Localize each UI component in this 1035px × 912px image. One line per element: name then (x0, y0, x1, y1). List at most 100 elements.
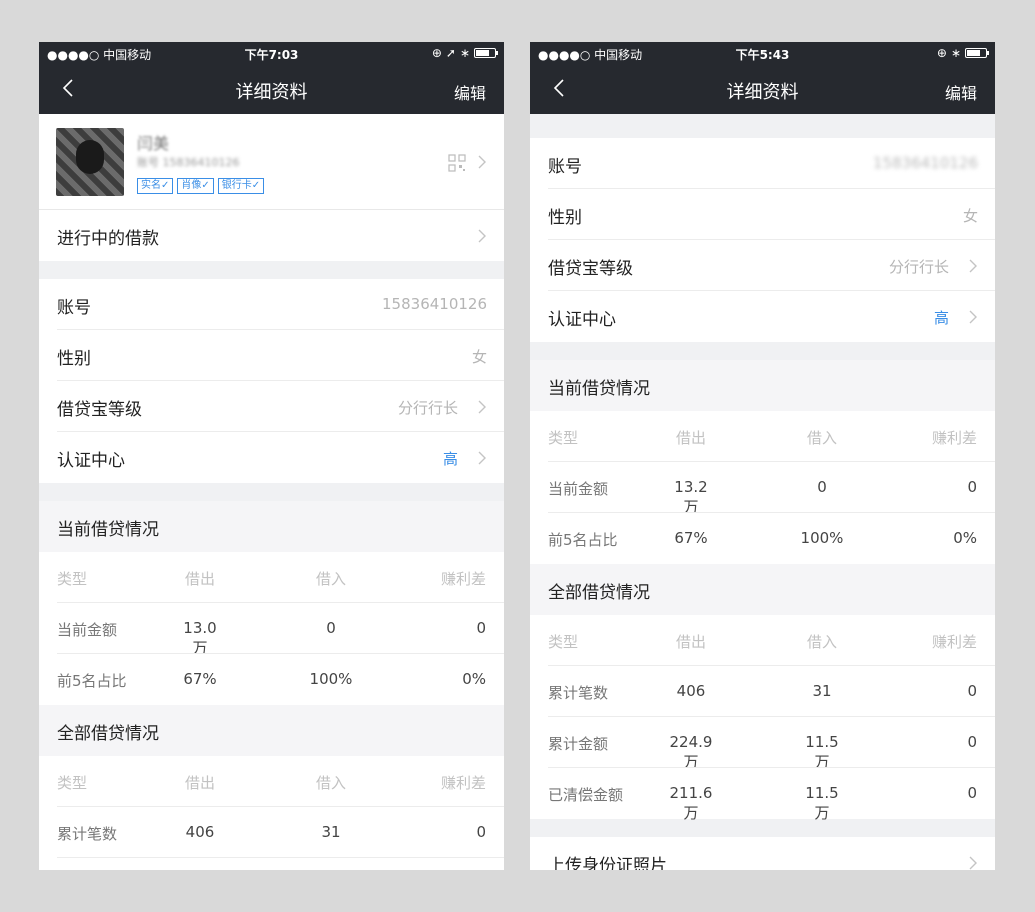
table-cell: 0% (953, 529, 977, 547)
table-cell: 当前金额 (548, 480, 609, 498)
level-label: 借贷宝等级 (548, 259, 633, 279)
table-header-cell: 借入 (315, 570, 346, 588)
cert-center-label: 认证中心 (57, 451, 125, 471)
level-label: 借贷宝等级 (57, 400, 142, 420)
profile-card[interactable]: 闫美 账号 15836410126 实名✓ 肖像✓ 银行卡✓ (39, 114, 504, 210)
level-value: 分行行长 (888, 258, 949, 276)
upload-id-photo-row[interactable]: 上传身份证照片 (530, 837, 995, 870)
cert-center-value: 高 (933, 309, 949, 327)
table-cell: 0% (462, 670, 486, 688)
status-icons: ⊕ ➚ ∗ (431, 46, 498, 60)
account-value: 15836410126 (382, 295, 487, 313)
account-label: 账号 (57, 298, 91, 318)
table-row: 累计笔数 406 31 0 (39, 807, 504, 858)
status-bar: ●●●●○ 中国移动 下午7:03 ⊕ ➚ ∗ (39, 42, 504, 64)
table-cell: 0 (967, 784, 977, 802)
table-cell: 11.5万 (805, 733, 839, 771)
ongoing-loans-label: 进行中的借款 (57, 229, 159, 249)
gender-label: 性别 (57, 349, 91, 369)
nav-bar: 详细资料 编辑 (39, 64, 504, 114)
all-loans-title: 全部借贷情况 (548, 583, 650, 603)
account-row: 账号 15836410126 (530, 138, 995, 189)
table-header-cell: 类型 (548, 633, 579, 651)
current-loans-title: 当前借贷情况 (57, 520, 159, 540)
table-cell: 0 (476, 823, 486, 841)
section-gap (530, 342, 995, 360)
edit-button[interactable]: 编辑 (945, 80, 977, 104)
current-loans-header: 当前借贷情况 (39, 501, 504, 552)
table-cell: 11.5万 (805, 784, 839, 822)
battery-icon (474, 48, 498, 58)
chevron-right-icon (478, 155, 486, 168)
battery-icon (965, 48, 989, 58)
table-cell: 0 (967, 682, 977, 700)
table-cell: 31 (812, 682, 832, 700)
chevron-right-icon (478, 400, 486, 413)
cert-center-row[interactable]: 认证中心 高 (39, 432, 504, 483)
table-cell: 67% (674, 529, 708, 547)
cert-center-value: 高 (442, 450, 458, 468)
gender-row: 性别 女 (39, 330, 504, 381)
table-row: 累计笔数 406 31 0 (530, 666, 995, 717)
table-header-row: 类型 借出 借入 赚利差 (530, 615, 995, 666)
table-cell: 406 (185, 823, 215, 841)
table-cell: 当前金额 (57, 621, 118, 639)
table-header-cell: 赚利差 (440, 570, 486, 588)
badge-bankcard: 银行卡✓ (217, 178, 265, 194)
table-header-cell: 借出 (675, 633, 706, 651)
table-row: 已清偿金额 211.6万 11.5万 0 (530, 768, 995, 822)
table-header-cell: 赚利差 (931, 429, 977, 447)
section-gap (530, 114, 995, 138)
table-cell: 0 (967, 478, 977, 496)
gender-value: 女 (962, 207, 978, 225)
upload-id-photo-label: 上传身份证照片 (548, 856, 667, 870)
gender-value: 女 (471, 348, 487, 366)
table-cell: 224.9万 (669, 733, 713, 771)
section-gap (39, 261, 504, 279)
table-cell: 0 (967, 733, 977, 751)
table-header-cell: 借出 (184, 774, 215, 792)
table-row: 当前金额 13.2万 0 0 (530, 462, 995, 516)
table-row: 前5名占比 67% 100% 0% (530, 513, 995, 564)
page-title: 详细资料 (726, 82, 799, 103)
cert-center-label: 认证中心 (548, 310, 616, 330)
status-time: 下午5:43 (735, 48, 790, 62)
table-row: 前5名占比 67% 100% 0% (39, 654, 504, 705)
table-cell: 0 (326, 619, 336, 637)
all-loans-header: 全部借贷情况 (39, 705, 504, 756)
table-cell: 211.6万 (669, 784, 713, 822)
table-cell: 13.2万 (674, 478, 708, 516)
phone-screen-right: ●●●●○ 中国移动 下午5:43 ⊕ ∗ 详细资料 编辑 账号 1583641… (530, 42, 995, 870)
status-icons: ⊕ ∗ (937, 46, 989, 60)
table-cell: 0 (476, 619, 486, 637)
level-row[interactable]: 借贷宝等级 分行行长 (530, 240, 995, 291)
profile-id: 账号 15836410126 (137, 156, 240, 169)
table-cell: 100% (309, 670, 353, 688)
table-cell: 累计笔数 (57, 825, 118, 843)
account-row: 账号 15836410126 (39, 279, 504, 330)
section-gap (39, 483, 504, 501)
badge-portrait: 肖像✓ (177, 178, 214, 194)
current-loans-title: 当前借贷情况 (548, 379, 650, 399)
avatar (56, 128, 124, 196)
all-loans-title: 全部借贷情况 (57, 724, 159, 744)
ongoing-loans-row[interactable]: 进行中的借款 (39, 210, 504, 261)
table-header-row: 类型 借出 借入 赚利差 (530, 411, 995, 462)
chevron-right-icon (969, 856, 977, 869)
table-cell: 0 (817, 478, 827, 496)
table-header-cell: 类型 (57, 570, 88, 588)
location-icon: ➚ (445, 46, 456, 60)
edit-button[interactable]: 编辑 (454, 80, 486, 104)
lock-rotation-icon: ⊕ (431, 46, 442, 60)
qr-code-icon (448, 154, 466, 172)
badge-realname: 实名✓ (137, 178, 174, 194)
table-cell: 前5名占比 (57, 672, 127, 690)
table-header-row: 类型 借出 借入 赚利差 (39, 756, 504, 807)
level-row[interactable]: 借贷宝等级 分行行长 (39, 381, 504, 432)
table-header-cell: 借入 (806, 633, 837, 651)
nav-bar: 详细资料 编辑 (530, 64, 995, 114)
table-cell: 100% (800, 529, 844, 547)
cert-center-row[interactable]: 认证中心 高 (530, 291, 995, 342)
current-loans-header: 当前借贷情况 (530, 360, 995, 411)
table-cell: 13.0万 (183, 619, 217, 657)
